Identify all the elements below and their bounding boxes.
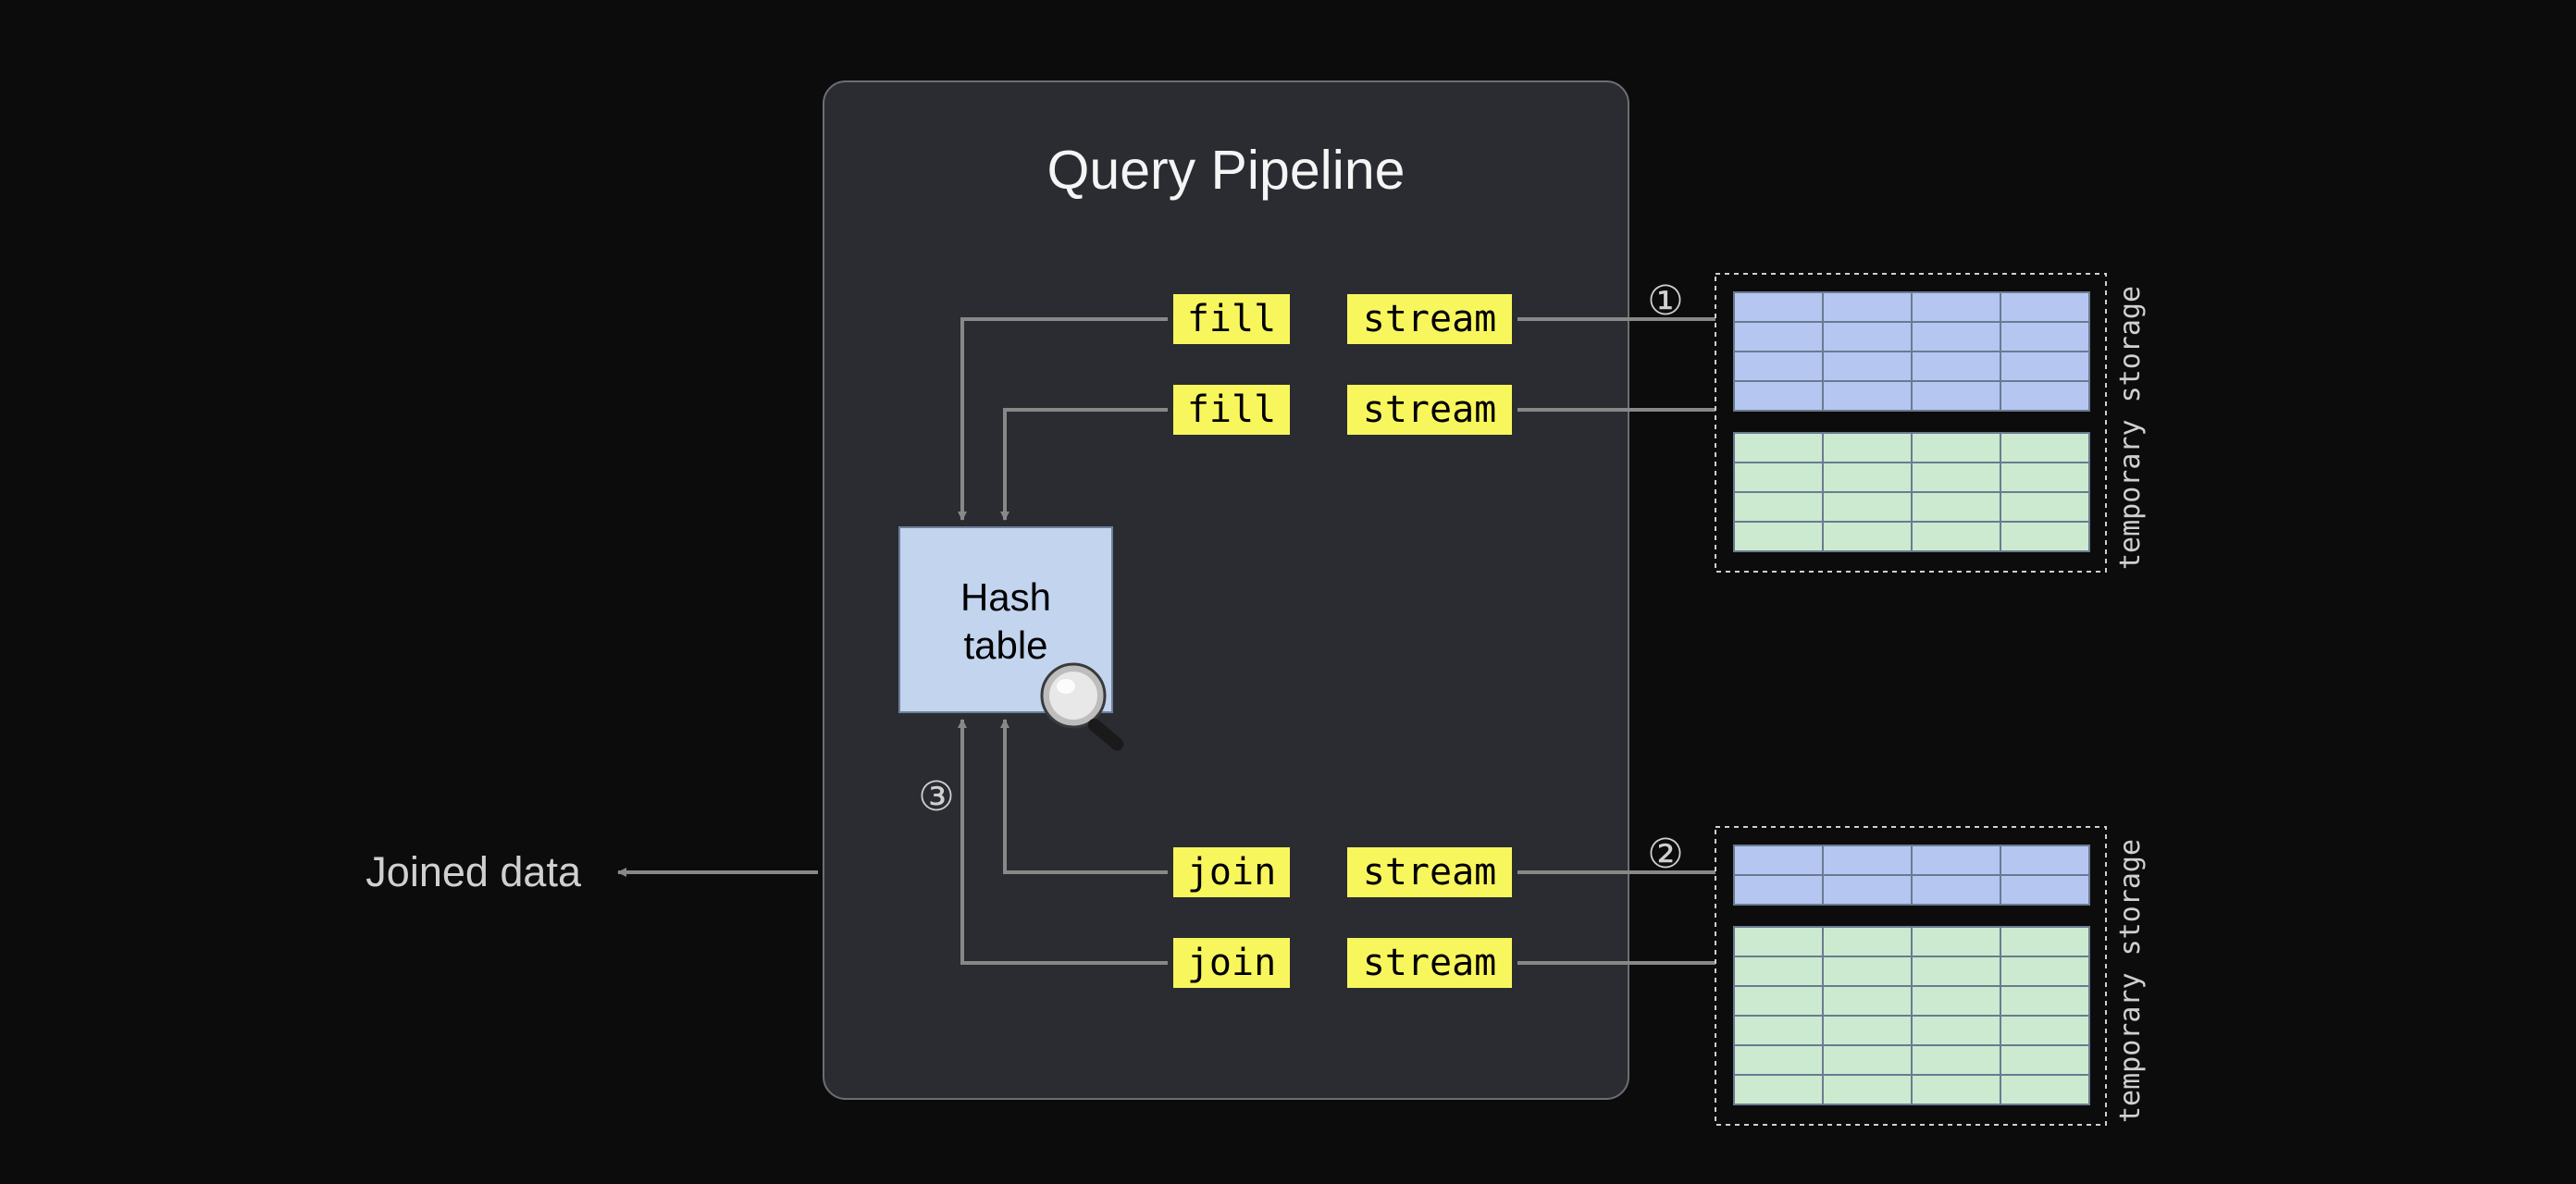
- table-cell: [1912, 1075, 2000, 1104]
- panel-title: Query Pipeline: [1047, 140, 1406, 201]
- table-cell: [2000, 845, 2089, 875]
- table-cell: [1734, 433, 1823, 462]
- table-cell: [1734, 462, 1823, 492]
- table-cell: [2000, 956, 2089, 986]
- hash-label-2: table: [963, 623, 1047, 667]
- table-cell: [1912, 927, 2000, 956]
- table-cell: [1823, 845, 1912, 875]
- op-fill-2: fill: [1187, 388, 1276, 431]
- table-cell: [1734, 986, 1823, 1016]
- table-cell: [1823, 352, 1912, 381]
- table-cell: [1734, 1045, 1823, 1075]
- table-cell: [2000, 1075, 2089, 1104]
- table-cell: [1734, 492, 1823, 522]
- table-cell: [1734, 322, 1823, 352]
- table-cell: [1912, 492, 2000, 522]
- table-cell: [1912, 292, 2000, 322]
- table-cell: [1912, 381, 2000, 411]
- table-cell: [1912, 1016, 2000, 1045]
- table-cell: [1823, 292, 1912, 322]
- table-cell: [1734, 352, 1823, 381]
- table-cell: [1912, 352, 2000, 381]
- table-cell: [1823, 986, 1912, 1016]
- table-cell: [2000, 492, 2089, 522]
- table-cell: [1734, 875, 1823, 905]
- table-cell: [1823, 1016, 1912, 1045]
- op-fill-1: fill: [1187, 298, 1276, 340]
- table-cell: [1734, 1016, 1823, 1045]
- table-cell: [2000, 322, 2089, 352]
- table-cell: [1823, 492, 1912, 522]
- table-cell: [1912, 462, 2000, 492]
- table-cell: [1912, 845, 2000, 875]
- table-cell: [1823, 956, 1912, 986]
- table-cell: [1912, 1045, 2000, 1075]
- storage-1-label: temporary storage: [2114, 286, 2147, 570]
- table-cell: [1912, 433, 2000, 462]
- table-cell: [1823, 1075, 1912, 1104]
- diagram-canvas: Query Pipeline fill stream fill stream j…: [0, 0, 2576, 1184]
- table-cell: [2000, 522, 2089, 551]
- op-join-2: join: [1187, 942, 1276, 984]
- table-cell: [1823, 381, 1912, 411]
- table-cell: [1823, 522, 1912, 551]
- table-cell: [1823, 875, 1912, 905]
- table-cell: [1734, 845, 1823, 875]
- storage-2-label: temporary storage: [2114, 839, 2147, 1123]
- op-stream-1: stream: [1363, 298, 1497, 340]
- op-stream-3: stream: [1363, 851, 1497, 894]
- table-cell: [2000, 986, 2089, 1016]
- table-cell: [1912, 322, 2000, 352]
- table-cell: [1734, 927, 1823, 956]
- temp-storage-2: temporary storage: [1715, 827, 2147, 1125]
- step-1: ①: [1647, 278, 1683, 324]
- step-2: ②: [1647, 832, 1683, 877]
- table-cell: [2000, 1045, 2089, 1075]
- table-cell: [2000, 875, 2089, 905]
- table-cell: [1823, 322, 1912, 352]
- table-cell: [2000, 433, 2089, 462]
- table-cell: [2000, 381, 2089, 411]
- table-cell: [1734, 292, 1823, 322]
- joined-data-label: Joined data: [365, 848, 582, 895]
- table-cell: [1912, 986, 2000, 1016]
- table-cell: [1734, 956, 1823, 986]
- step-3: ③: [918, 774, 954, 820]
- table-cell: [2000, 352, 2089, 381]
- table-cell: [2000, 1016, 2089, 1045]
- op-join-1: join: [1187, 851, 1276, 894]
- table-cell: [1823, 433, 1912, 462]
- table-cell: [1823, 462, 1912, 492]
- table-cell: [1823, 1045, 1912, 1075]
- op-stream-2: stream: [1363, 388, 1497, 431]
- hash-label-1: Hash: [960, 575, 1051, 619]
- table-cell: [1912, 875, 2000, 905]
- table-cell: [1734, 381, 1823, 411]
- table-cell: [1912, 956, 2000, 986]
- table-cell: [2000, 462, 2089, 492]
- op-stream-4: stream: [1363, 942, 1497, 984]
- table-cell: [1912, 522, 2000, 551]
- table-cell: [1734, 522, 1823, 551]
- table-cell: [1823, 927, 1912, 956]
- table-cell: [1734, 1075, 1823, 1104]
- table-cell: [2000, 292, 2089, 322]
- table-cell: [2000, 927, 2089, 956]
